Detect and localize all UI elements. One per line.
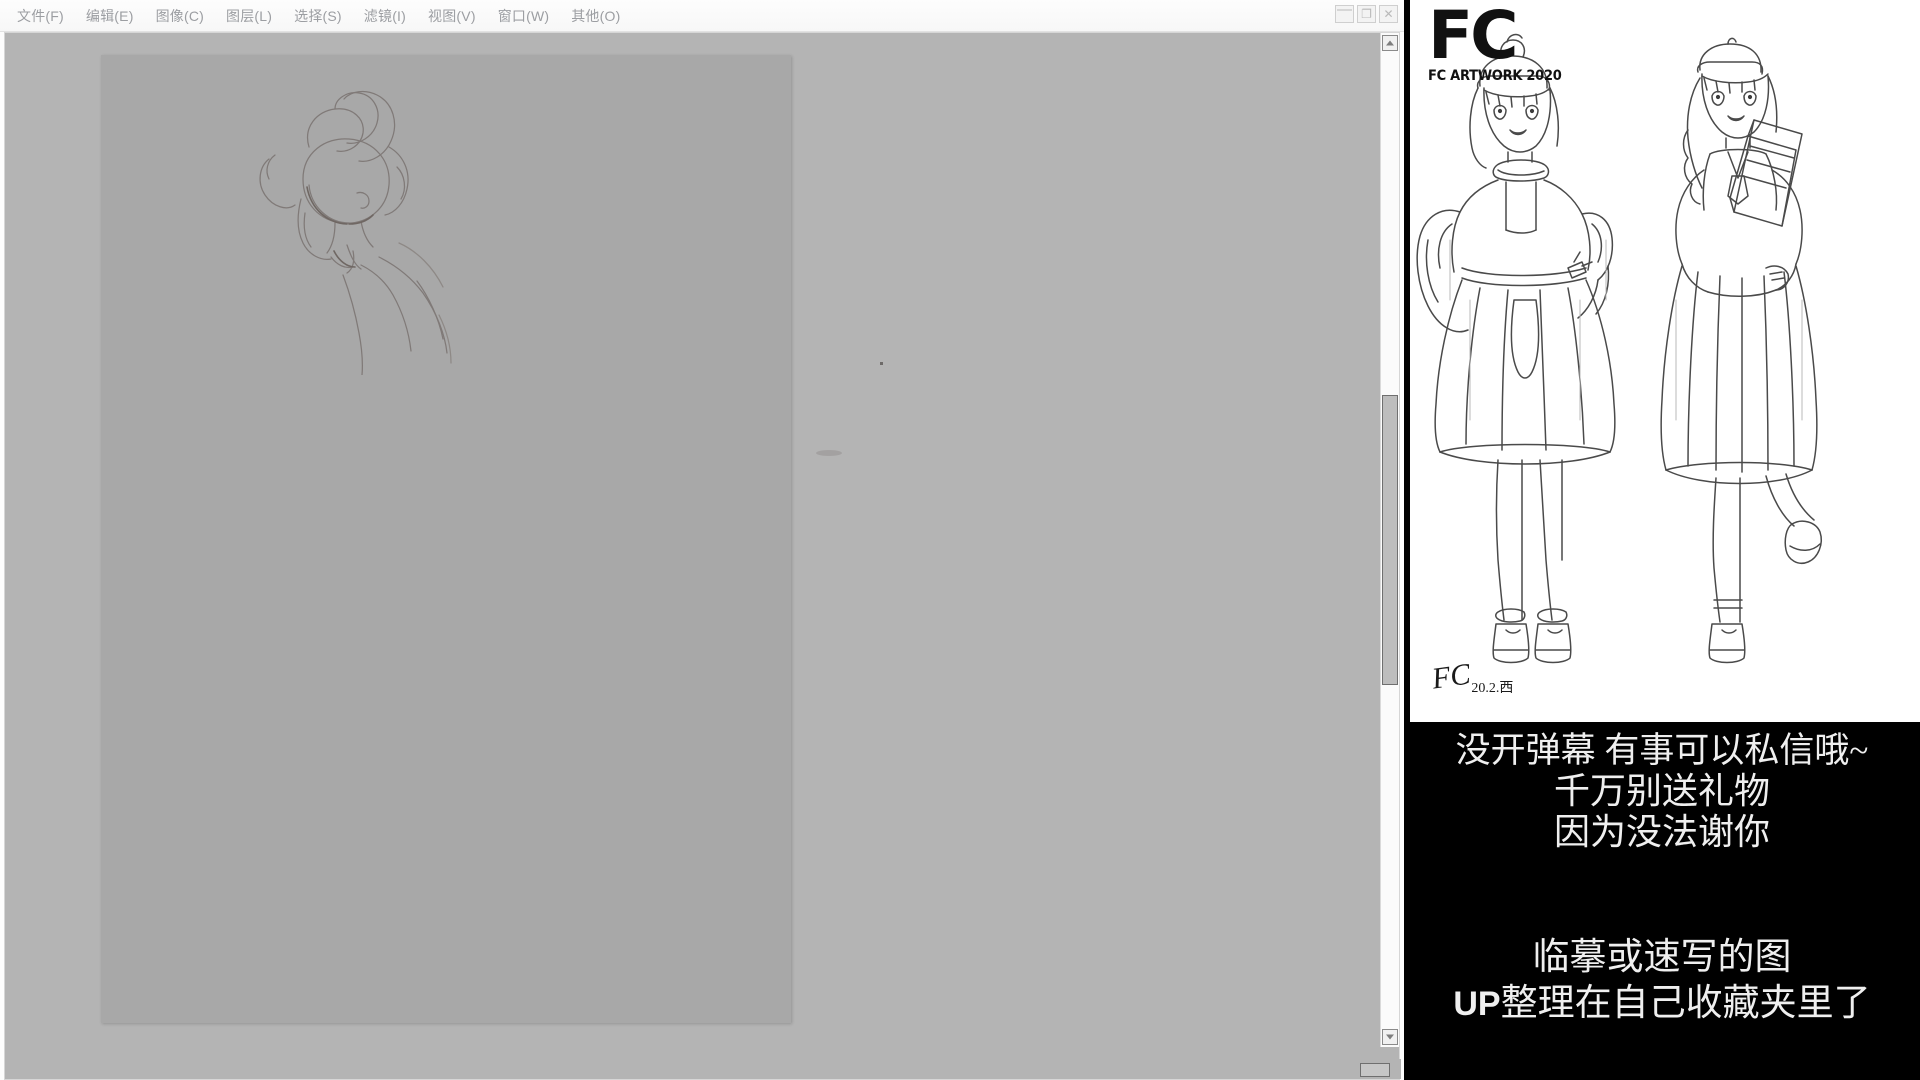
fc-logo-subtitle-text: FC ARTWORK 2020 — [1428, 68, 1562, 84]
signature-date: 20.2.西 — [1471, 681, 1514, 696]
sketch-drawing — [259, 90, 452, 375]
subtitle-block-primary: 没开弹幕 有事可以私信哦~ 千万别送礼物 因为没法谢你 — [1404, 722, 1920, 853]
maximize-icon: ❐ — [1361, 7, 1372, 21]
horizontal-scrollbar-thumb[interactable] — [1360, 1063, 1390, 1077]
image-editor-window: 文件(F) 编辑(E) 图像(C) 图层(L) 选择(S) 滤镜(I) 视图(V… — [0, 0, 1404, 1080]
subtitle-line-3: 因为没法谢你 — [1553, 812, 1770, 852]
horizontal-scrollbar[interactable] — [5, 1059, 1401, 1079]
menu-item-edit[interactable]: 编辑(E) — [75, 2, 145, 30]
stray-pixel-mark — [880, 362, 883, 365]
menu-item-select[interactable]: 选择(S) — [283, 2, 353, 30]
menu-item-image[interactable]: 图像(C) — [145, 2, 215, 30]
artist-signature: FC20.2.西 — [1429, 657, 1514, 696]
subtitle-line-4: 临摹或速写的图 — [1532, 937, 1792, 978]
artwork-image: FC FC ARTWORK 2020 FC20.2.西 — [1410, 0, 1920, 722]
menu-item-window[interactable]: 窗口(W) — [487, 2, 561, 30]
illustration-lineart — [1410, 0, 1920, 722]
subtitle-block-secondary: 临摹或速写的图 UP整理在自己收藏夹里了 — [1404, 935, 1920, 1027]
vertical-scrollbar-thumb[interactable] — [1382, 395, 1398, 685]
screen-root: 文件(F) 编辑(E) 图像(C) 图层(L) 选择(S) 滤镜(I) 视图(V… — [0, 0, 1920, 1080]
canvas-workspace[interactable] — [4, 32, 1401, 1080]
subtitle-up-label: UP — [1453, 985, 1501, 1023]
fc-logo-main-text: FC — [1428, 0, 1519, 74]
menu-item-filter[interactable]: 滤镜(I) — [353, 2, 417, 30]
stream-overlay-panel: FC FC ARTWORK 2020 FC20.2.西 没开弹幕 有事可以私信哦… — [1404, 0, 1920, 1080]
subtitle-overlay: 没开弹幕 有事可以私信哦~ 千万别送礼物 因为没法谢你 临摹或速写的图 UP整理… — [1404, 722, 1920, 1080]
menu-item-view[interactable]: 视图(V) — [417, 2, 487, 30]
scroll-up-button[interactable] — [1382, 35, 1398, 51]
signature-initials: FC — [1429, 657, 1473, 696]
document-canvas[interactable] — [101, 55, 883, 1023]
close-button[interactable]: ✕ — [1379, 5, 1398, 23]
close-icon: ✕ — [1383, 7, 1394, 21]
subtitle-line-2: 千万别送礼物 — [1553, 771, 1770, 811]
minimize-icon: — — [1337, 1, 1352, 18]
menu-item-other[interactable]: 其他(O) — [560, 2, 631, 30]
chevron-up-icon — [1386, 40, 1394, 46]
chevron-down-icon — [1386, 1034, 1394, 1040]
subtitle-line-5: UP整理在自己收藏夹里了 — [1404, 981, 1920, 1027]
menu-item-file[interactable]: 文件(F) — [6, 2, 75, 30]
vertical-scrollbar[interactable] — [1380, 33, 1399, 1047]
window-controls: — ❐ ✕ — [1335, 1, 1398, 23]
minimize-button[interactable]: — — [1335, 1, 1354, 23]
subtitle-line-5-text: 整理在自己收藏夹里了 — [1500, 983, 1871, 1024]
scroll-down-button[interactable] — [1382, 1029, 1398, 1045]
faint-smudge-mark — [816, 450, 842, 456]
maximize-button[interactable]: ❐ — [1357, 5, 1376, 23]
menu-bar: 文件(F) 编辑(E) 图像(C) 图层(L) 选择(S) 滤镜(I) 视图(V… — [0, 0, 1404, 32]
subtitle-line-1: 没开弹幕 有事可以私信哦~ — [1455, 731, 1869, 770]
menu-item-layer[interactable]: 图层(L) — [215, 2, 283, 30]
fc-logo: FC FC ARTWORK 2020 — [1428, 0, 1572, 85]
